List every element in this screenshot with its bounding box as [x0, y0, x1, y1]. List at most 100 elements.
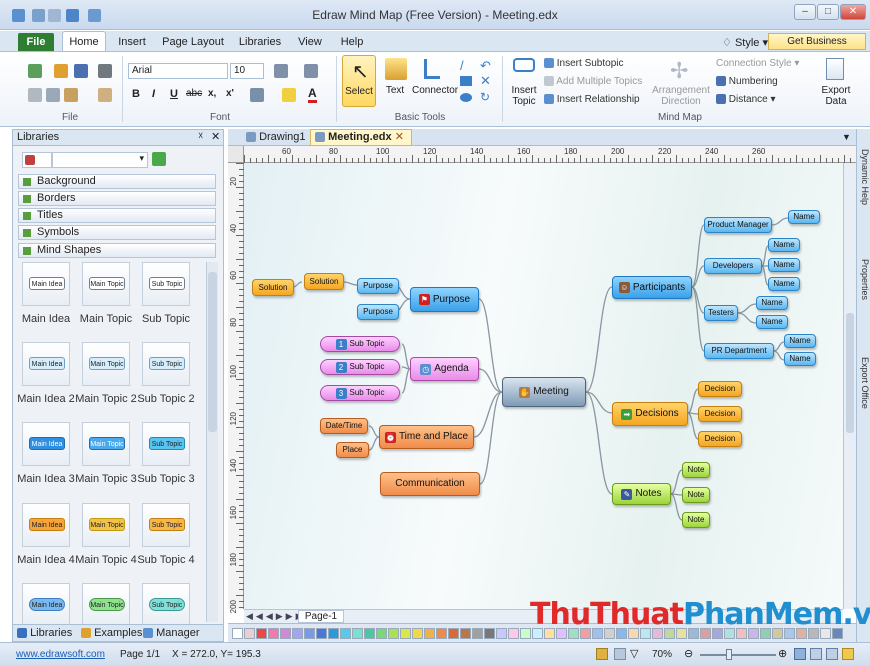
- line-spacing-icon[interactable]: [250, 88, 264, 102]
- drawing-canvas[interactable]: ✋ Meeting ⚑ Purpose Purpose Purpose Solution So…: [244, 163, 843, 609]
- note-item-2[interactable]: Note: [682, 487, 710, 503]
- export-data-button[interactable]: Export Data: [816, 55, 856, 109]
- color-swatch[interactable]: [244, 628, 255, 639]
- subtopic-agenda-2[interactable]: 2 Sub Topic: [320, 359, 400, 375]
- page-tab[interactable]: Page-1: [298, 610, 344, 623]
- library-shape-thumbnail[interactable]: Main Idea: [22, 583, 70, 627]
- color-swatch[interactable]: [472, 628, 483, 639]
- rotate-icon[interactable]: ↻: [480, 90, 490, 104]
- minimize-icon[interactable]: –: [794, 4, 816, 20]
- side-tab-export-office[interactable]: Export Office: [858, 357, 870, 409]
- participant-pr-department[interactable]: PR Department: [704, 343, 774, 359]
- color-swatch[interactable]: [328, 628, 339, 639]
- arrangement-direction-button[interactable]: ✢ Arrangement Direction: [648, 55, 714, 109]
- topic-communication[interactable]: Communication: [380, 472, 480, 496]
- fit-page-icon[interactable]: [794, 648, 806, 660]
- panel-close-icon[interactable]: ✕: [211, 130, 220, 143]
- color-swatch[interactable]: [352, 628, 363, 639]
- color-swatch[interactable]: [412, 628, 423, 639]
- library-shape-thumbnail[interactable]: Sub Topic: [142, 342, 190, 386]
- font-size-select[interactable]: 10: [230, 63, 264, 79]
- fit-width-icon[interactable]: [810, 648, 822, 660]
- color-swatch[interactable]: [400, 628, 411, 639]
- library-go-icon[interactable]: [152, 152, 166, 166]
- participant-name-7[interactable]: Name: [784, 334, 816, 348]
- side-tab-properties[interactable]: Properties: [858, 259, 870, 300]
- color-swatch[interactable]: [388, 628, 399, 639]
- topic-time-and-place[interactable]: ⏰ Time and Place: [379, 425, 474, 449]
- view-normal-icon[interactable]: [596, 648, 608, 660]
- paste-icon[interactable]: [64, 88, 78, 102]
- filter-icon[interactable]: ▽: [630, 647, 638, 660]
- tab-manager[interactable]: Manager: [143, 627, 199, 639]
- subtopic-place[interactable]: Place: [336, 442, 369, 458]
- color-swatch[interactable]: [460, 628, 471, 639]
- connector-button[interactable]: Connector: [412, 55, 458, 107]
- library-shape-thumbnail[interactable]: Main Topic: [82, 422, 130, 466]
- color-swatch[interactable]: [436, 628, 447, 639]
- copy-icon[interactable]: [46, 88, 60, 102]
- library-shape-thumbnail[interactable]: Main Topic: [82, 583, 130, 627]
- connection-style-button[interactable]: Connection Style ▾: [716, 58, 799, 69]
- subtopic-purpose-1[interactable]: Purpose: [357, 278, 399, 294]
- category-symbols[interactable]: Symbols: [18, 225, 216, 240]
- topic-decisions[interactable]: ➡ Decisions: [612, 402, 688, 426]
- zoom-out-icon[interactable]: ⊖: [684, 647, 693, 660]
- note-item-1[interactable]: Note: [682, 462, 710, 478]
- color-swatch[interactable]: [484, 628, 495, 639]
- zoom-slider-thumb[interactable]: [726, 649, 732, 660]
- tab-examples[interactable]: Examples: [81, 627, 142, 639]
- color-swatch[interactable]: [424, 628, 435, 639]
- tab-home[interactable]: Home: [62, 31, 106, 52]
- library-shape-thumbnail[interactable]: Sub Topic: [142, 503, 190, 547]
- category-background[interactable]: Background: [18, 174, 216, 189]
- library-scrollbar[interactable]: [206, 262, 218, 622]
- topic-participants[interactable]: ☺ Participants: [612, 276, 692, 299]
- topic-notes[interactable]: ✎ Notes: [612, 483, 671, 505]
- tab-file[interactable]: File: [18, 33, 54, 51]
- maximize-icon[interactable]: □: [817, 4, 839, 20]
- subtopic-agenda-3[interactable]: 3 Sub Topic: [320, 385, 400, 401]
- font-name-select[interactable]: Arial: [128, 63, 228, 79]
- tab-insert[interactable]: Insert: [112, 33, 152, 51]
- bold-button[interactable]: B: [132, 88, 140, 100]
- page-nav-icons[interactable]: ◀◀◀▶▶▶: [246, 611, 306, 622]
- open-icon[interactable]: [54, 64, 68, 78]
- zoom-slider[interactable]: [700, 649, 776, 660]
- color-swatch[interactable]: [232, 628, 243, 639]
- color-swatch[interactable]: [496, 628, 507, 639]
- participant-name-2[interactable]: Name: [768, 238, 800, 252]
- decision-item-2[interactable]: Decision: [698, 406, 742, 422]
- save-icon[interactable]: [74, 64, 88, 78]
- style-menu[interactable]: ♢ Style ▾: [722, 36, 768, 49]
- subtopic-agenda-1[interactable]: 1 Sub Topic: [320, 336, 400, 352]
- participant-product-manager[interactable]: Product Manager: [704, 217, 772, 233]
- ellipse-icon[interactable]: [460, 93, 472, 102]
- center-topic-meeting[interactable]: ✋ Meeting: [502, 377, 586, 407]
- library-scroll-thumb[interactable]: [208, 272, 217, 432]
- side-tab-dynamic-help[interactable]: Dynamic Help: [858, 149, 870, 205]
- numbering-button[interactable]: Numbering: [716, 76, 778, 87]
- participant-name-3[interactable]: Name: [768, 258, 800, 272]
- zoom-in-icon[interactable]: ⊕: [778, 647, 787, 660]
- library-shape-thumbnail[interactable]: Main Idea: [22, 422, 70, 466]
- pin-icon[interactable]: ☓: [198, 131, 203, 142]
- list-icon[interactable]: [304, 64, 318, 78]
- italic-button[interactable]: I: [152, 88, 155, 100]
- business-version-button[interactable]: Get Business Version...: [768, 33, 866, 62]
- category-titles[interactable]: Titles: [18, 208, 216, 223]
- participant-name-5[interactable]: Name: [756, 296, 788, 310]
- tab-view[interactable]: View: [294, 33, 326, 51]
- color-swatch[interactable]: [316, 628, 327, 639]
- topic-agenda[interactable]: ◷ Agenda: [410, 357, 479, 381]
- participant-developers[interactable]: Developers: [704, 258, 762, 274]
- strikethrough-button[interactable]: abc: [186, 88, 202, 99]
- view-full-icon[interactable]: [614, 648, 626, 660]
- close-icon[interactable]: ✕: [840, 4, 866, 20]
- line-icon[interactable]: /: [460, 58, 464, 73]
- underline-button[interactable]: U: [170, 88, 178, 100]
- library-shape-thumbnail[interactable]: Main Idea: [22, 342, 70, 386]
- library-shape-thumbnail[interactable]: Main Idea: [22, 503, 70, 547]
- participant-name-6[interactable]: Name: [756, 315, 788, 329]
- text-tool-button[interactable]: Text: [380, 55, 410, 107]
